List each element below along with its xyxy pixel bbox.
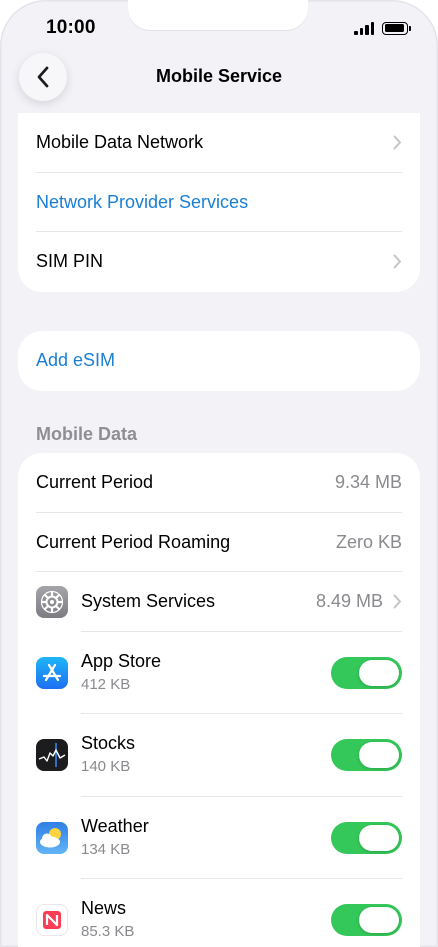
app-row-app-store: App Store 412 KB [18,632,420,714]
app-usage: 85.3 KB [81,923,135,941]
app-name: Weather [81,815,149,836]
current-period-label: Current Period [36,472,154,493]
app-row-stocks: Stocks 140 KB [18,714,420,797]
current-period-roaming-value: Zero KB [335,531,402,552]
cellular-signal-icon [354,22,374,35]
page-title: Mobile Service [155,66,283,86]
app-row-news: News 85.3 KB [18,879,420,947]
stocks-icon [36,739,68,772]
mobile-data-section-header: Mobile Data [36,424,138,444]
system-services-row[interactable]: System Services 8.49 MB [18,572,420,632]
esim-group: Add eSIM [18,331,420,391]
status-icons [354,20,411,36]
app-name: News [81,898,127,919]
phone-screen: 10:00 Mobile Service Mobile Data Network… [0,0,438,947]
toggle-knob [359,824,399,851]
add-esim-row[interactable]: Add eSIM [18,331,420,391]
settings-gear-icon [36,585,68,618]
current-period-value: 9.34 MB [334,472,402,493]
weather-icon [36,821,68,854]
mobile-data-group: Current Period 9.34 MB Current Period Ro… [18,453,420,947]
sim-pin-label: SIM PIN [36,251,104,272]
network-provider-services-link[interactable]: Network Provider Services [36,192,248,213]
app-row-weather: Weather 134 KB [18,797,420,879]
network-provider-services-row[interactable]: Network Provider Services [18,173,420,232]
app-usage: 134 KB [81,840,131,858]
network-settings-group: Mobile Data Network Network Provider Ser… [18,113,420,292]
toggle-knob [359,659,399,686]
battery-icon [382,21,411,35]
app-info: News 85.3 KB [81,897,134,943]
sim-pin-row[interactable]: SIM PIN [18,232,420,292]
toggle-knob [359,742,399,769]
chevron-right-icon [393,594,402,609]
mobile-data-network-row[interactable]: Mobile Data Network [18,113,420,173]
weather-toggle[interactable] [331,821,402,854]
chevron-right-icon [393,254,402,269]
mobile-data-network-label: Mobile Data Network [36,132,204,153]
system-services-value: 8.49 MB [315,591,383,612]
current-period-row: Current Period 9.34 MB [18,453,420,513]
app-info: Stocks 140 KB [81,732,135,778]
news-icon [36,904,68,937]
app-usage: 140 KB [81,758,131,776]
add-esim-link[interactable]: Add eSIM [36,350,115,371]
app-store-toggle[interactable] [331,656,402,689]
news-toggle[interactable] [331,904,402,937]
current-period-roaming-label: Current Period Roaming [36,531,231,552]
status-time: 10:00 [46,17,96,38]
chevron-right-icon [393,135,402,150]
system-services-label: System Services [81,591,216,612]
notch [128,0,308,30]
app-info: Weather 134 KB [81,815,149,861]
stocks-toggle[interactable] [331,739,402,772]
app-usage: 412 KB [81,675,131,693]
app-name: App Store [81,650,162,671]
app-name: Stocks [81,733,136,754]
current-period-roaming-row: Current Period Roaming Zero KB [18,513,420,572]
app-store-icon [36,656,68,689]
app-info: App Store 412 KB [81,650,161,696]
toggle-knob [359,907,399,934]
